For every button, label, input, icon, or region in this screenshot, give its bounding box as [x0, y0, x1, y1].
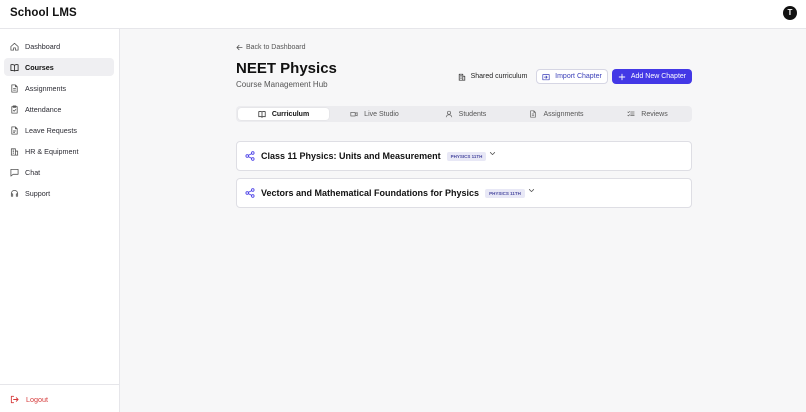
import-chapter-button[interactable]: Import Chapter — [536, 69, 608, 84]
chapter-badge: PHYSICS 11TH — [446, 151, 487, 161]
book-open-icon — [10, 63, 19, 72]
tab-students[interactable]: Students — [420, 108, 511, 120]
sidebar-item-label: Courses — [25, 62, 54, 72]
shared-curriculum-button[interactable]: Shared curriculum — [454, 69, 531, 84]
chat-bubble-icon — [10, 168, 19, 177]
book-open-icon — [258, 111, 266, 118]
video-icon — [350, 112, 358, 117]
sidebar-item-label: Support — [25, 188, 51, 198]
sidebar-item-label: Attendance — [25, 104, 62, 114]
sidebar-item-chat[interactable]: Chat — [4, 163, 114, 181]
tab-assignments[interactable]: Assignments — [511, 108, 602, 120]
page-subtitle: Course Management Hub — [236, 80, 328, 89]
file-text-icon — [10, 83, 19, 93]
chapter-badge: PHYSICS 11TH — [485, 188, 525, 198]
list-check-icon — [627, 111, 635, 117]
sidebar-item-attendance[interactable]: Attendance — [4, 100, 114, 118]
sidebar-item-courses[interactable]: Courses — [4, 58, 114, 76]
user-icon — [445, 110, 452, 118]
sidebar-item-support[interactable]: Support — [4, 184, 114, 202]
chevron-down-icon[interactable] — [528, 187, 535, 194]
clipboard-check-icon — [10, 104, 19, 114]
tab-label: Assignments — [543, 110, 584, 118]
back-to-dashboard-link[interactable]: Back to Dashboard — [236, 44, 306, 51]
import-chapter-label: Import Chapter — [555, 73, 602, 80]
building-icon — [10, 147, 19, 156]
tab-label: Live Studio — [364, 110, 399, 118]
tab-reviews[interactable]: Reviews — [602, 108, 693, 120]
course-tabs: Curriculum Live Studio Students Assignme… — [236, 106, 692, 122]
tab-live-studio[interactable]: Live Studio — [329, 108, 420, 120]
chapter-name: Class 11 Physics: Units and Measurement — [261, 151, 441, 161]
page-title: NEET Physics — [236, 60, 337, 77]
shared-curriculum-label: Shared curriculum — [470, 73, 528, 80]
sidebar-item-leave-requests[interactable]: Leave Requests — [4, 121, 114, 139]
add-new-chapter-label: Add New Chapter — [630, 73, 687, 80]
back-label: Back to Dashboard — [246, 44, 306, 51]
logout-label: Logout — [26, 394, 48, 404]
plus-icon — [618, 73, 626, 80]
sidebar-divider — [0, 384, 120, 385]
arrow-left-icon — [236, 44, 243, 51]
file-text-icon — [530, 110, 537, 118]
sidebar: Dashboard Courses Assignments Attendance… — [0, 29, 120, 412]
sidebar-item-dashboard[interactable]: Dashboard — [4, 37, 114, 55]
user-avatar[interactable]: T — [783, 6, 797, 20]
brand-logo-text[interactable]: School LMS — [10, 7, 77, 19]
chevron-down-icon[interactable] — [489, 150, 496, 157]
import-icon — [542, 73, 550, 80]
sidebar-item-label: Leave Requests — [25, 125, 77, 135]
sidebar-item-assignments[interactable]: Assignments — [4, 79, 114, 97]
building-icon — [458, 73, 465, 81]
sidebar-item-label: Assignments — [25, 83, 67, 93]
logout-icon — [10, 395, 19, 404]
tab-label: Reviews — [641, 110, 668, 118]
home-icon — [10, 42, 19, 51]
document-icon — [10, 125, 19, 135]
share-nodes-icon — [245, 151, 255, 161]
sidebar-item-label: Chat — [25, 167, 41, 177]
top-bar: School LMS T — [0, 0, 806, 29]
add-new-chapter-button[interactable]: Add New Chapter — [612, 69, 692, 84]
sidebar-item-label: HR & Equipment — [25, 146, 79, 156]
logout-button[interactable]: Logout — [4, 391, 114, 407]
sidebar-item-label: Dashboard — [25, 41, 61, 51]
chapter-card[interactable]: Vectors and Mathematical Foundations for… — [236, 178, 692, 208]
tab-curriculum[interactable]: Curriculum — [238, 108, 329, 120]
tab-label: Curriculum — [271, 110, 310, 118]
headset-icon — [10, 189, 19, 198]
sidebar-item-hr-equipment[interactable]: HR & Equipment — [4, 142, 114, 160]
chapter-name: Vectors and Mathematical Foundations for… — [261, 188, 480, 198]
chapter-card[interactable]: Class 11 Physics: Units and Measurement … — [236, 141, 692, 171]
tab-label: Students — [458, 110, 487, 118]
share-nodes-icon — [245, 188, 255, 198]
